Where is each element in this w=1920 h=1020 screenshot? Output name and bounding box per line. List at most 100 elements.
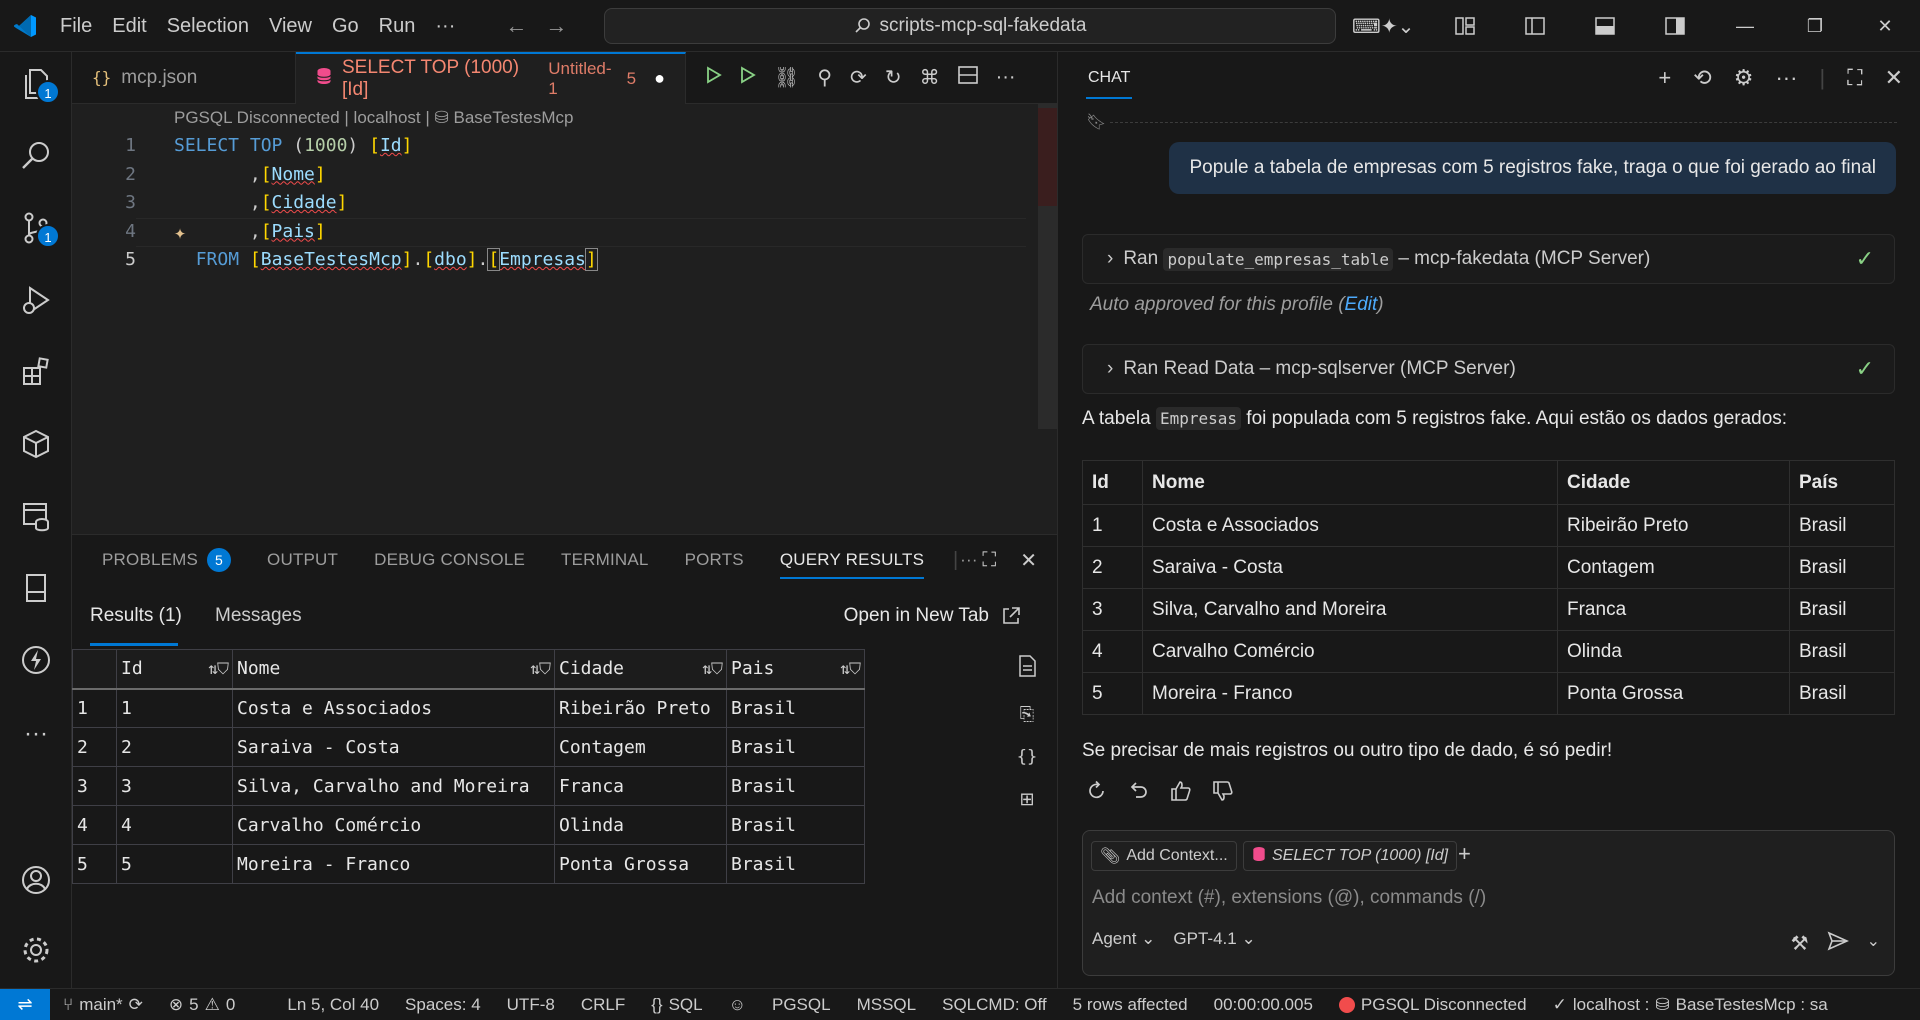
- grid-cell[interactable]: 3: [72, 766, 117, 806]
- menu-run[interactable]: Run: [369, 0, 426, 52]
- table-row[interactable]: 5 5 Moreira - Franco Ponta Grossa Brasil: [72, 844, 865, 884]
- disconnect-icon[interactable]: ⚲: [817, 65, 832, 90]
- sort-filter-icon[interactable]: ⇅⛉: [702, 659, 723, 679]
- save-json-icon[interactable]: {}: [1017, 747, 1037, 767]
- language-mode[interactable]: {} SQL: [638, 995, 715, 1015]
- search-sidebar-icon[interactable]: [14, 134, 58, 178]
- copilot-sparkle-icon[interactable]: ⌨✦⌄: [1352, 14, 1414, 39]
- column-header[interactable]: Id ⇅⛉: [116, 649, 233, 689]
- menu-more[interactable]: ···: [425, 0, 465, 52]
- new-chat-icon[interactable]: +: [1658, 65, 1671, 91]
- grid-cell[interactable]: 2: [116, 727, 233, 767]
- layout-customize-icon[interactable]: [1430, 0, 1500, 52]
- tab-ports[interactable]: PORTS: [667, 535, 762, 585]
- thumbs-down-icon[interactable]: [1212, 780, 1234, 802]
- bookmark-icon[interactable]: 🔖︎: [1086, 112, 1106, 132]
- grid-cell[interactable]: Olinda: [554, 805, 727, 845]
- close-window-icon[interactable]: ✕: [1850, 0, 1920, 52]
- accounts-icon[interactable]: [14, 858, 58, 902]
- toggle-panel-icon[interactable]: [1570, 0, 1640, 52]
- settings-gear-icon[interactable]: [14, 928, 58, 972]
- split-editor-icon[interactable]: [957, 66, 978, 89]
- forward-arrow-icon[interactable]: →: [545, 13, 567, 39]
- grid-cell[interactable]: Costa e Associados: [232, 688, 555, 728]
- mode-picker[interactable]: Agent ⌄: [1092, 929, 1155, 949]
- close-chat-icon[interactable]: ✕: [1885, 65, 1903, 91]
- history-icon[interactable]: ⟲: [1693, 65, 1711, 91]
- tab-problems[interactable]: PROBLEMS 5: [72, 535, 249, 585]
- toggle-primary-sidebar-icon[interactable]: [1500, 0, 1570, 52]
- grid-cell[interactable]: Contagem: [554, 727, 727, 767]
- branch-indicator[interactable]: ⑂ main* ⟳: [50, 995, 156, 1015]
- table-row[interactable]: 1 1 Costa e Associados Ribeirão Preto Br…: [72, 688, 865, 728]
- grid-cell[interactable]: Silva, Carvalho and Moreira: [232, 766, 555, 806]
- sort-filter-icon[interactable]: ⇅⛉: [208, 659, 229, 679]
- grid-cell[interactable]: Brasil: [726, 727, 865, 767]
- restore-icon[interactable]: ❐: [1780, 0, 1850, 52]
- grid-cell[interactable]: 5: [116, 844, 233, 884]
- grid-cell[interactable]: 4: [72, 805, 117, 845]
- change-database-icon[interactable]: ⟳: [850, 65, 867, 90]
- run-current-icon[interactable]: [740, 66, 756, 89]
- notebook-icon[interactable]: [14, 566, 58, 610]
- grid-cell[interactable]: Ribeirão Preto: [554, 688, 727, 728]
- run-query-icon[interactable]: [706, 66, 722, 89]
- menu-selection[interactable]: Selection: [157, 0, 259, 52]
- toggle-secondary-sidebar-icon[interactable]: [1640, 0, 1710, 52]
- grid-cell[interactable]: 1: [72, 688, 117, 728]
- save-xml-icon[interactable]: ⊞: [1019, 789, 1034, 810]
- grid-cell[interactable]: 4: [116, 805, 233, 845]
- column-header[interactable]: Pais ⇅⛉: [726, 649, 865, 689]
- edit-link[interactable]: Edit: [1345, 294, 1378, 315]
- database-explorer-icon[interactable]: [14, 494, 58, 538]
- tab-debug-console[interactable]: DEBUG CONSOLE: [356, 535, 543, 585]
- grid-cell[interactable]: Brasil: [726, 688, 865, 728]
- grid-cell[interactable]: Ponta Grossa: [554, 844, 727, 884]
- grid-cell[interactable]: Franca: [554, 766, 727, 806]
- pgsql-status[interactable]: PGSQL: [759, 995, 844, 1015]
- menu-view[interactable]: View: [259, 0, 322, 52]
- tab-messages[interactable]: Messages: [215, 605, 302, 627]
- refresh-connection-icon[interactable]: ↻: [885, 65, 902, 90]
- table-row[interactable]: 4 4 Carvalho Comércio Olinda Brasil: [72, 805, 865, 845]
- menu-edit[interactable]: Edit: [102, 0, 156, 52]
- retry-icon[interactable]: [1086, 780, 1108, 802]
- thumbs-up-icon[interactable]: [1170, 780, 1192, 802]
- sort-filter-icon[interactable]: ⇅⛉: [840, 659, 861, 679]
- grid-cell[interactable]: 3: [116, 766, 233, 806]
- copilot-status-icon[interactable]: ☺: [716, 995, 759, 1015]
- minimize-icon[interactable]: —: [1710, 0, 1780, 52]
- add-more-context-icon[interactable]: +: [1458, 841, 1471, 867]
- tools-icon[interactable]: ⚒: [1791, 931, 1809, 956]
- sqlcmd-status[interactable]: SQLCMD: Off: [929, 995, 1060, 1015]
- column-header[interactable]: Cidade ⇅⛉: [554, 649, 727, 689]
- chat-settings-gear-icon[interactable]: ⚙: [1734, 65, 1754, 91]
- back-arrow-icon[interactable]: ←: [505, 13, 527, 39]
- close-panel-icon[interactable]: ✕: [1020, 548, 1037, 573]
- grid-cell[interactable]: 2: [72, 727, 117, 767]
- column-header[interactable]: Nome ⇅⛉: [232, 649, 555, 689]
- maximize-panel-icon[interactable]: ⛶: [982, 549, 996, 572]
- results-grid[interactable]: Id ⇅⛉ Nome ⇅⛉ Cidade ⇅⛉ Pais ⇅⛉ 1 1 Costa e …: [72, 649, 865, 884]
- containers-icon[interactable]: [14, 422, 58, 466]
- more-views-icon[interactable]: ···: [14, 712, 58, 756]
- run-debug-icon[interactable]: [14, 278, 58, 322]
- chat-input[interactable]: Add context (#), extensions (@), command…: [1092, 887, 1486, 909]
- context-chip[interactable]: SELECT TOP (1000) [Id]: [1243, 841, 1458, 871]
- source-control-icon[interactable]: 1: [14, 206, 60, 250]
- tool-call-populate[interactable]: › Ran populate_empresas_table – mcp-fake…: [1082, 234, 1895, 284]
- save-excel-icon[interactable]: ⎘: [1020, 704, 1034, 725]
- tab-mcp-json[interactable]: {} mcp.json: [72, 51, 296, 104]
- problems-indicator[interactable]: ⊗ 5 ⚠ 0: [156, 995, 248, 1015]
- table-row[interactable]: 3 3 Silva, Carvalho and Moreira Franca B…: [72, 766, 865, 806]
- sql-editor[interactable]: PGSQL Disconnected | localhost | ⛁ BaseT…: [72, 104, 1058, 534]
- remote-indicator-icon[interactable]: ⇌: [0, 988, 50, 1020]
- chat-more-icon[interactable]: ···: [1775, 65, 1797, 91]
- grid-cell[interactable]: Brasil: [726, 844, 865, 884]
- undo-icon[interactable]: [1128, 780, 1150, 802]
- sync-icon[interactable]: ⟳: [129, 995, 143, 1015]
- grid-cell[interactable]: Brasil: [726, 805, 865, 845]
- grid-cell[interactable]: Saraiva - Costa: [232, 727, 555, 767]
- explorer-icon[interactable]: 1: [14, 62, 60, 106]
- send-options-chevron-icon[interactable]: ⌄: [1867, 931, 1880, 956]
